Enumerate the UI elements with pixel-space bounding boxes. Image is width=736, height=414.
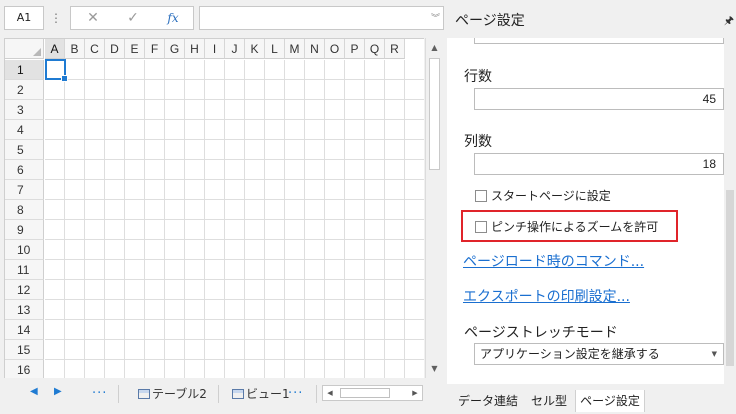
row-header[interactable]: 8 (5, 200, 44, 220)
column-header[interactable]: I (205, 39, 225, 59)
stretch-mode-value: アプリケーション設定を継承する (480, 347, 660, 361)
panel-tabs: データ連結 セル型 ページ設定 (447, 384, 736, 414)
spreadsheet-grid[interactable]: ABCDEFGHIJKLMNOPQR 1 2 3 4 5 6 7 8 9 10 11 12 13 14 15… (4, 38, 424, 378)
more-sheets-icon[interactable]: ··· (92, 386, 107, 401)
row-header[interactable]: 15 (5, 340, 44, 360)
sheet-tab-bar: ◀ ▶ ··· テーブル2 ビュー1 ··· ◀ ▶ (4, 379, 444, 409)
start-page-checkbox-row[interactable]: スタートページに設定 (475, 188, 611, 204)
column-header[interactable]: K (245, 39, 265, 59)
expand-icon[interactable]: ︾ (431, 11, 440, 24)
row-header[interactable]: 9 (5, 220, 44, 240)
scroll-thumb[interactable] (340, 388, 390, 398)
column-header[interactable]: G (165, 39, 185, 59)
column-header[interactable]: B (65, 39, 85, 59)
row-header[interactable]: 3 (5, 100, 44, 120)
tab-cell-type[interactable]: セル型 (527, 390, 571, 412)
pinch-zoom-checkbox-row[interactable]: ピンチ操作によるズームを許可 (475, 219, 658, 235)
row-header[interactable]: 16 (5, 360, 44, 378)
row-header[interactable]: 14 (5, 320, 44, 340)
row-header[interactable]: 6 (5, 160, 44, 180)
scroll-up-icon[interactable]: ▲ (427, 40, 442, 55)
row-header[interactable]: 5 (5, 140, 44, 160)
row-header[interactable]: 11 (5, 260, 44, 280)
more-vertical-icon[interactable]: ⋮ (50, 10, 62, 26)
tab-page-settings[interactable]: ページ設定 (575, 390, 645, 412)
page-load-commands-link[interactable]: ページロード時のコマンド... (463, 251, 644, 271)
divider (218, 385, 219, 403)
chevron-down-icon: ▼ (711, 350, 717, 358)
column-header[interactable]: N (305, 39, 325, 59)
column-header[interactable]: Q (365, 39, 385, 59)
column-header[interactable]: L (265, 39, 285, 59)
scroll-left-icon[interactable]: ◀ (323, 386, 337, 400)
formula-bar: A1 ⋮ ✕ ✓ fx ︾ (0, 0, 447, 36)
columns-input[interactable]: 18 (474, 153, 724, 175)
divider (118, 385, 119, 403)
tab-data-binding[interactable]: データ連結 (453, 390, 523, 412)
panel-title: ページ設定 (455, 13, 525, 29)
row-header[interactable]: 4 (5, 120, 44, 140)
pin-icon[interactable]: 🖈 (724, 12, 734, 31)
table-icon (232, 389, 244, 399)
columns-label: 列数 (464, 134, 492, 150)
row-header[interactable]: 13 (5, 300, 44, 320)
column-header[interactable]: H (185, 39, 205, 59)
column-header[interactable]: J (225, 39, 245, 59)
panel-vertical-scrollbar[interactable] (724, 38, 736, 384)
function-icon[interactable]: fx (153, 7, 193, 29)
confirm-icon[interactable]: ✓ (113, 7, 153, 29)
sheet-tab-view1[interactable]: ビュー1 (232, 385, 290, 403)
cancel-icon[interactable]: ✕ (73, 7, 113, 29)
column-header[interactable]: F (145, 39, 165, 59)
select-all-corner[interactable] (5, 39, 44, 59)
divider (316, 385, 317, 403)
grid-horizontal-scrollbar[interactable]: ◀ ▶ (322, 385, 423, 401)
rows-input[interactable]: 45 (474, 88, 724, 110)
grid-vertical-scrollbar[interactable]: ▲ ▼ (425, 38, 443, 378)
column-header[interactable]: E (125, 39, 145, 59)
formula-input[interactable]: ︾ (199, 6, 444, 30)
pinch-zoom-label: ピンチ操作によるズームを許可 (491, 220, 659, 234)
pinch-zoom-checkbox[interactable] (475, 221, 487, 233)
active-cell-selection[interactable] (45, 59, 68, 82)
column-header[interactable]: M (285, 39, 305, 59)
scroll-thumb[interactable] (726, 190, 734, 366)
column-header[interactable]: R (385, 39, 405, 59)
column-header[interactable]: C (85, 39, 105, 59)
sheet-tab-table2[interactable]: テーブル2 (138, 385, 207, 403)
scroll-down-icon[interactable]: ▼ (427, 361, 442, 376)
scroll-right-icon[interactable]: ▶ (408, 386, 422, 400)
name-box[interactable]: A1 (4, 6, 44, 30)
previous-sheet-icon[interactable]: ◀ (30, 386, 38, 397)
more-sheets-icon[interactable]: ··· (288, 386, 303, 401)
scroll-thumb[interactable] (429, 58, 440, 170)
page-settings-panel: ページ設定 🖈 行数 45 列数 18 スタートページに設定 ピンチ操作によるズ… (447, 0, 736, 414)
row-header[interactable]: 1 (5, 60, 44, 80)
input-field[interactable] (474, 38, 724, 44)
column-header[interactable]: D (105, 39, 125, 59)
cell-area[interactable] (45, 60, 424, 378)
start-page-label: スタートページに設定 (491, 189, 611, 203)
export-print-settings-link[interactable]: エクスポートの印刷設定... (463, 286, 630, 306)
row-header[interactable]: 10 (5, 240, 44, 260)
start-page-checkbox[interactable] (475, 190, 487, 202)
next-sheet-icon[interactable]: ▶ (54, 386, 62, 397)
rows-label: 行数 (464, 69, 492, 85)
row-header[interactable]: 12 (5, 280, 44, 300)
panel-body: 行数 45 列数 18 スタートページに設定 ピンチ操作によるズームを許可 ペー… (447, 38, 736, 384)
column-header[interactable]: P (345, 39, 365, 59)
column-header[interactable]: A (45, 39, 65, 59)
sheet-tab-label: テーブル2 (152, 387, 207, 401)
stretch-mode-select[interactable]: アプリケーション設定を継承する ▼ (474, 343, 724, 365)
column-header[interactable]: O (325, 39, 345, 59)
formula-buttons: ✕ ✓ fx (70, 6, 194, 30)
row-header[interactable]: 2 (5, 80, 44, 100)
row-header[interactable]: 7 (5, 180, 44, 200)
table-icon (138, 389, 150, 399)
stretch-mode-label: ページストレッチモード (464, 325, 618, 341)
sheet-tab-label: ビュー1 (246, 387, 290, 401)
